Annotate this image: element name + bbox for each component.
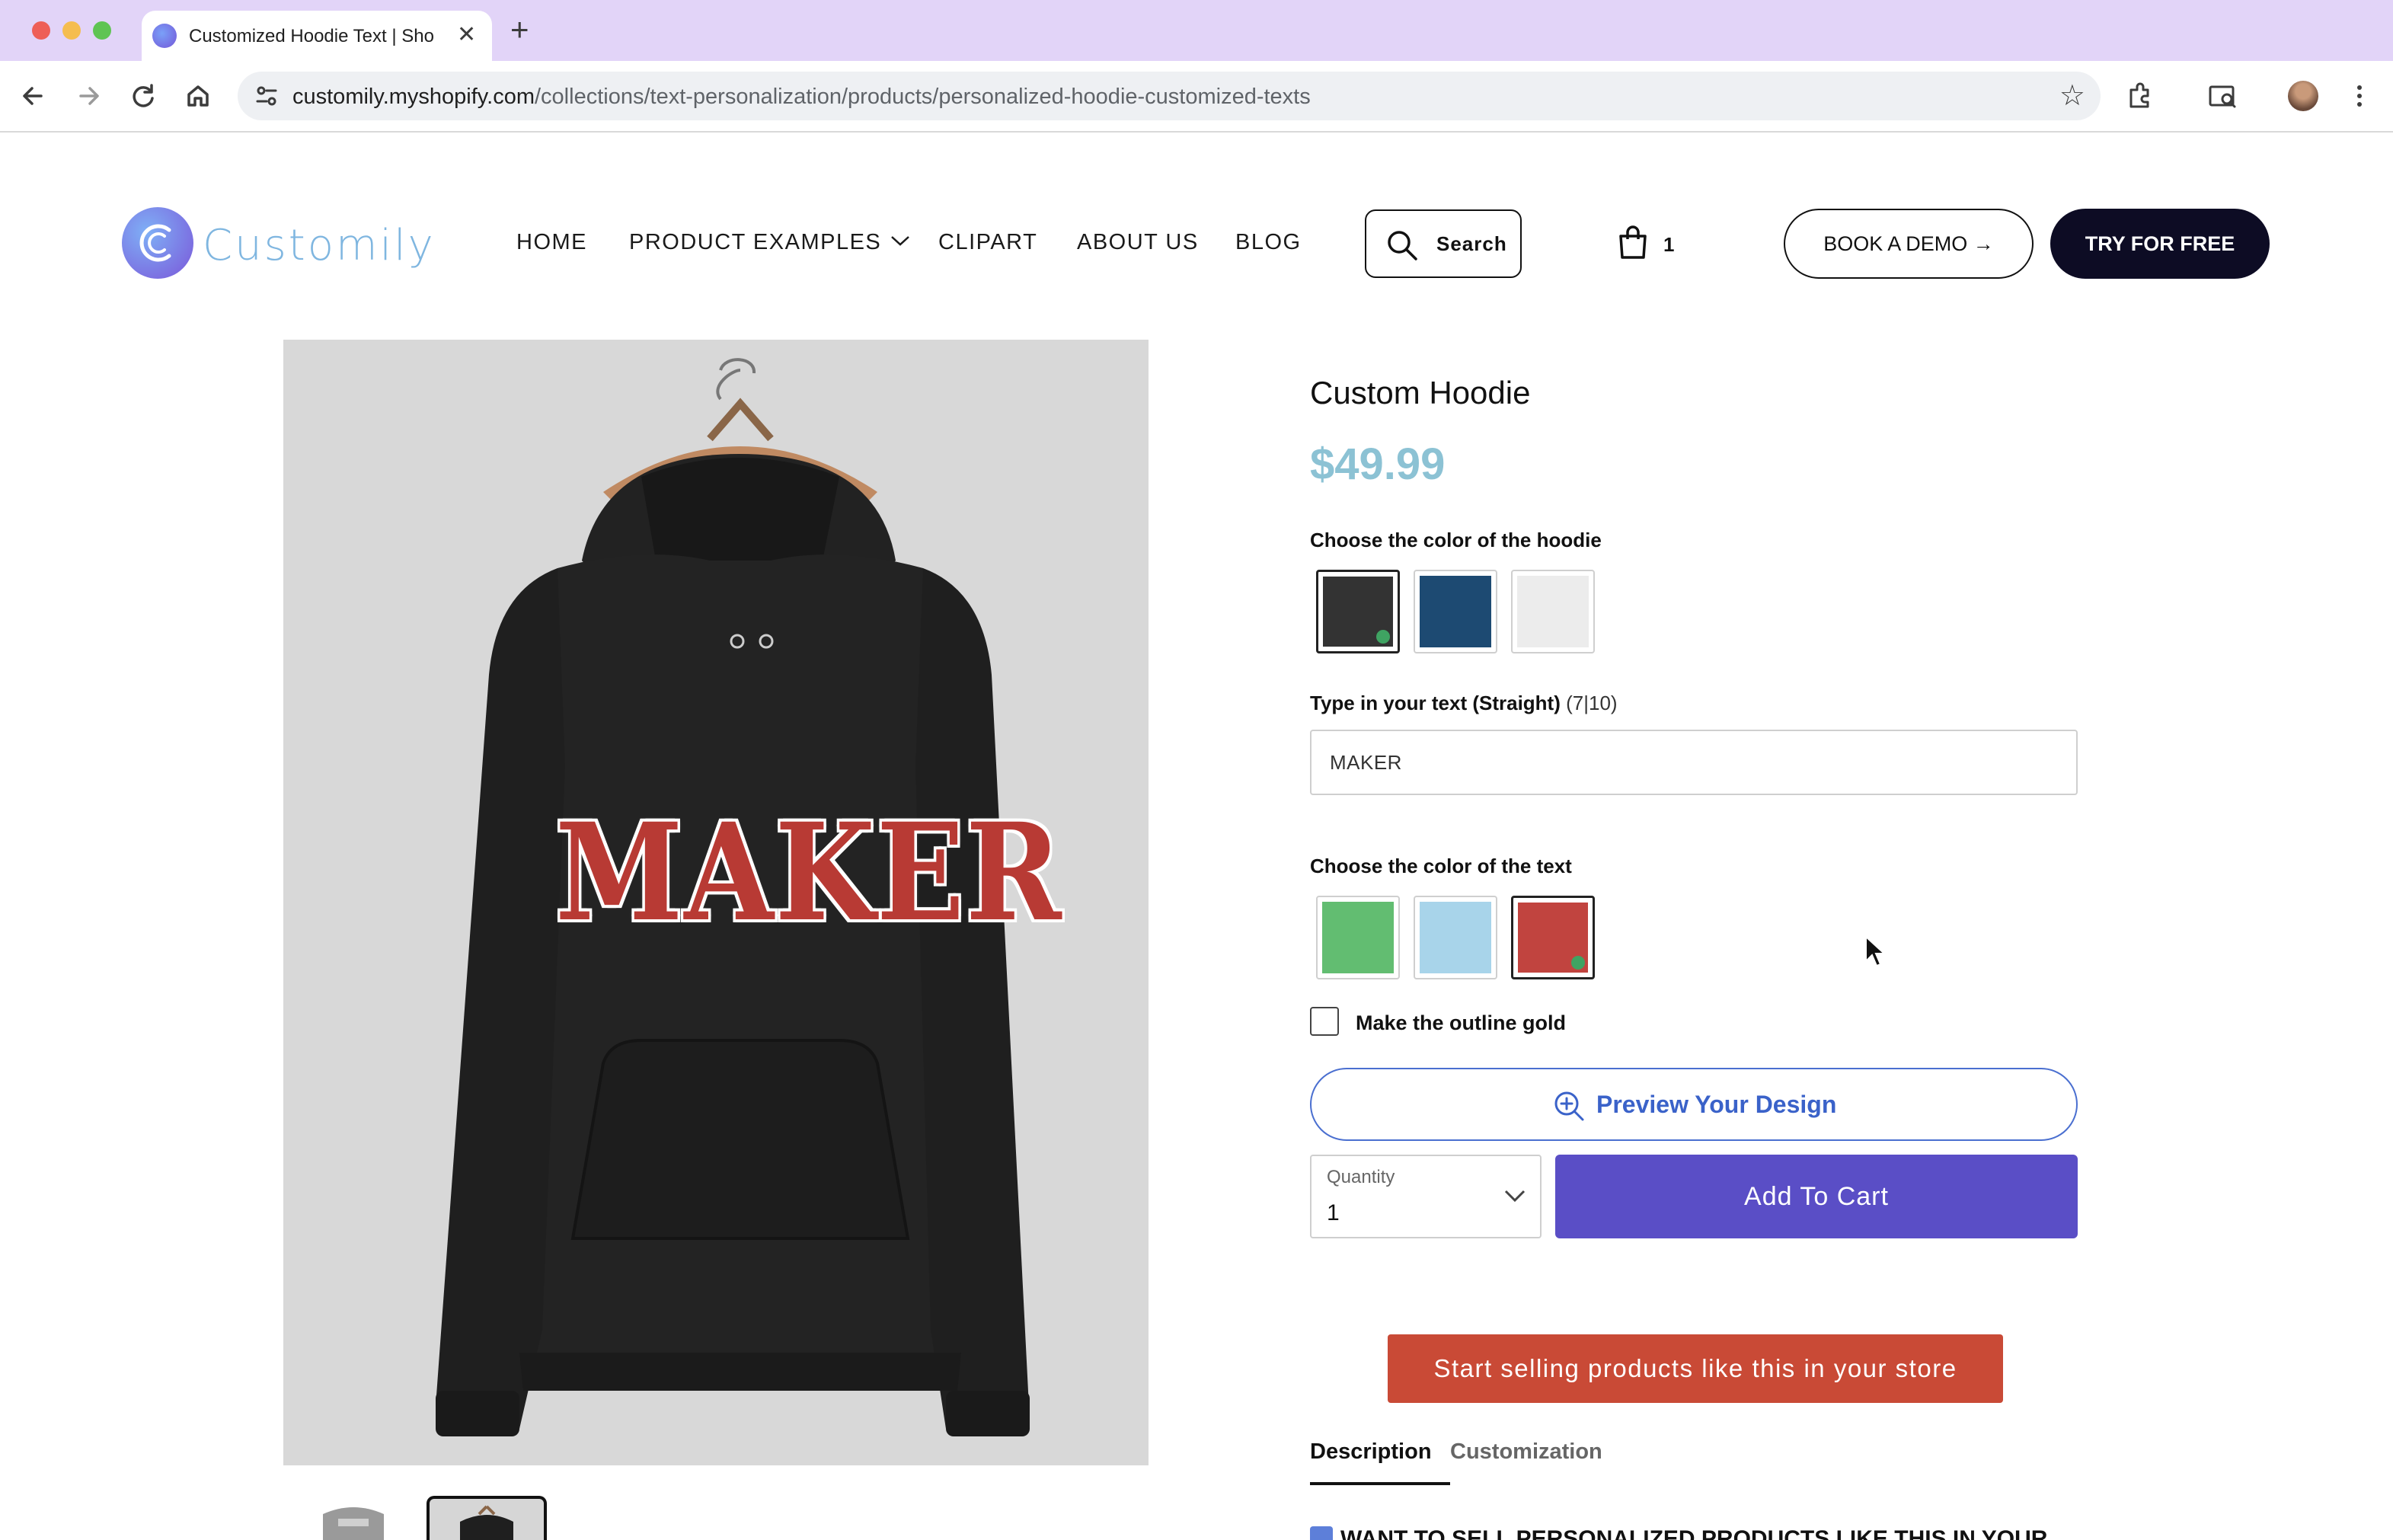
active-tab-underline [1310, 1482, 1450, 1485]
new-tab-icon[interactable]: + [510, 14, 529, 46]
product-title: Custom Hoodie [1310, 375, 1531, 411]
logo-mark-icon [122, 207, 193, 279]
reading-mode-icon[interactable] [2204, 78, 2241, 114]
search-button[interactable]: Search [1365, 209, 1522, 278]
home-icon[interactable] [180, 78, 216, 114]
tab-description[interactable]: Description [1310, 1439, 1432, 1465]
thumbnail-black-hoodie-selected[interactable] [427, 1496, 547, 1540]
add-to-cart-button[interactable]: Add To Cart [1555, 1155, 2078, 1238]
zoom-in-icon [1554, 1091, 1584, 1121]
text-color-swatch-light-blue[interactable] [1414, 896, 1497, 979]
browser-tab[interactable]: Customized Hoodie Text | Sho ✕ [142, 11, 492, 61]
text-char-counter: (7|10) [1566, 692, 1618, 714]
quantity-caption: Quantity [1327, 1167, 1395, 1187]
swatch-fill [1420, 902, 1491, 973]
shopping-bag-icon [1619, 225, 1647, 259]
try-for-free-button[interactable]: TRY FOR FREE [2050, 209, 2270, 279]
preview-design-button[interactable]: Preview Your Design [1310, 1068, 2078, 1141]
selected-check-icon [1571, 956, 1585, 970]
tab-title: Customized Hoodie Text | Sho [189, 26, 434, 46]
cart-count: 1 [1663, 233, 1675, 256]
nav-blog[interactable]: BLOG [1235, 230, 1302, 255]
swatch-fill [1420, 576, 1491, 647]
thumbnail-grey-hoodie[interactable] [308, 1499, 399, 1540]
chevron-down-icon [1503, 1184, 1526, 1209]
reload-icon[interactable] [125, 78, 161, 114]
swatch-fill [1517, 576, 1589, 647]
customily-favicon-icon [152, 24, 177, 48]
hoodie-color-swatch-navy[interactable] [1414, 570, 1497, 653]
custom-text-input[interactable] [1310, 730, 2078, 795]
text-color-swatch-red[interactable] [1511, 896, 1595, 979]
site-settings-icon[interactable] [253, 82, 280, 110]
search-label: Search [1436, 232, 1507, 255]
logo-text: Customily [203, 221, 436, 270]
browser-menu-icon[interactable] [2341, 78, 2378, 114]
nav-product-examples[interactable]: PRODUCT EXAMPLES [629, 230, 910, 255]
back-icon[interactable] [15, 78, 52, 114]
extensions-icon[interactable] [2122, 78, 2158, 114]
text-color-swatch-green[interactable] [1316, 896, 1400, 979]
gold-outline-checkbox[interactable] [1310, 1007, 1339, 1036]
customily-logo[interactable]: Customily [122, 207, 433, 280]
forward-icon[interactable] [70, 78, 107, 114]
product-price: $49.99 [1310, 439, 1446, 489]
chevron-down-icon [890, 232, 910, 251]
info-emoji-icon [1310, 1526, 1333, 1540]
description-text: WANT TO SELL PERSONALIZED PRODUCTS LIKE … [1340, 1526, 2048, 1540]
swatch-fill [1322, 902, 1394, 973]
browser-toolbar: customily.myshopify.com/collections/text… [0, 61, 2393, 133]
nav-product-examples-label: PRODUCT EXAMPLES [629, 230, 882, 254]
cart-link[interactable]: 1 [1616, 224, 1677, 262]
hoodie-color-swatch-white[interactable] [1511, 570, 1595, 653]
selected-check-icon [1376, 630, 1390, 644]
nav-home[interactable]: HOME [516, 230, 587, 255]
quantity-value: 1 [1327, 1200, 1340, 1225]
bookmark-star-icon[interactable]: ☆ [2059, 79, 2085, 113]
book-demo-button[interactable]: BOOK A DEMO → [1784, 209, 2034, 279]
text-color-label: Choose the color of the text [1310, 855, 1572, 877]
tab-close-icon[interactable]: ✕ [457, 21, 476, 49]
browser-titlebar: Customized Hoodie Text | Sho ✕ + [0, 0, 2393, 61]
gold-outline-label[interactable]: Make the outline gold [1356, 1011, 1566, 1035]
preview-design-label: Preview Your Design [1596, 1091, 1837, 1118]
tab-customization[interactable]: Customization [1450, 1439, 1602, 1465]
text-input-label: Type in your text (Straight) (7|10) [1310, 692, 1618, 715]
window-close-button[interactable] [32, 21, 50, 40]
product-main-image[interactable]: MAKER [283, 340, 1149, 1465]
url-text: customily.myshopify.com/collections/text… [292, 85, 1311, 109]
search-icon [1388, 231, 1417, 260]
description-first-line: WANT TO SELL PERSONALIZED PRODUCTS LIKE … [1310, 1526, 2047, 1540]
start-selling-button[interactable]: Start selling products like this in your… [1388, 1334, 2003, 1403]
mouse-cursor-icon [1865, 935, 1887, 967]
hoodie-print-text: MAKER [555, 794, 1063, 951]
hoodie-color-swatch-black[interactable] [1316, 570, 1400, 653]
address-bar[interactable]: customily.myshopify.com/collections/text… [238, 72, 2101, 120]
nav-clipart[interactable]: CLIPART [938, 230, 1037, 255]
profile-avatar[interactable] [2288, 81, 2318, 111]
nav-about-us[interactable]: ABOUT US [1077, 230, 1199, 255]
window-maximize-button[interactable] [93, 21, 111, 40]
text-input-label-main: Type in your text (Straight) [1310, 692, 1561, 714]
window-minimize-button[interactable] [62, 21, 81, 40]
hoodie-color-label: Choose the color of the hoodie [1310, 529, 1602, 551]
quantity-select[interactable]: Quantity 1 [1310, 1155, 1542, 1238]
